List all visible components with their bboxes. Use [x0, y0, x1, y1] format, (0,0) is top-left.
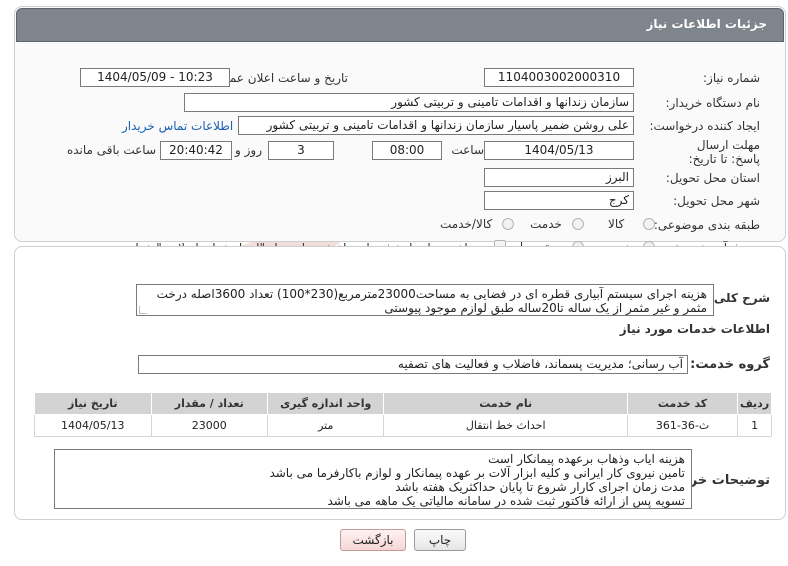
requester-label: ایجاد کننده درخواست: — [649, 119, 760, 133]
city-label: شهر محل تحویل: — [673, 194, 760, 208]
deadline-time-field: 08:00 — [372, 141, 442, 160]
col-qty: تعداد / مقدار — [150, 392, 268, 415]
service-group-label: گروه خدمت: — [690, 357, 770, 372]
deadline-time-label: ساعت — [451, 143, 484, 157]
print-button[interactable]: چاپ — [414, 529, 466, 551]
category-radio-goods[interactable] — [643, 218, 655, 230]
col-code: کد خدمت — [626, 392, 739, 415]
buyer-note-line-3: مدت زمان اجرای کارار شروع تا پایان حداکث… — [395, 480, 685, 494]
buyer-note-line-2: تامین نیروی کار ایرانی و کلیه ابزار آلات… — [269, 466, 685, 480]
buyer-note-line-4: تسویه پس از ارائه فاکتور ثبت شده در ساما… — [327, 494, 686, 508]
category-option-goods: کالا — [608, 217, 625, 231]
col-name: نام خدمت — [383, 392, 628, 415]
days-label: روز و — [235, 143, 262, 157]
cell-date: 1404/05/13 — [34, 414, 152, 437]
buyer-org-field: سازمان زندانها و اقدامات تامینی و تربیتی… — [184, 93, 634, 112]
cell-name: احداث خط انتقال — [383, 414, 628, 437]
col-row: ردیف — [737, 392, 772, 415]
need-number-label: شماره نیاز: — [703, 71, 760, 85]
category-radio-service[interactable] — [572, 218, 584, 230]
col-date: تاریخ نیاز — [34, 392, 152, 415]
summary-line-1: هزینه اجرای سیستم آبیاری قطره ای در فضای… — [156, 287, 707, 301]
table-header-row: ردیف کد خدمت نام خدمت واحد اندازه گیری ت… — [34, 392, 772, 415]
page-title: جزئیات اطلاعات نیاز — [646, 17, 767, 31]
requester-field: علی روشن ضمیر پاسیار سازمان زندانها و اق… — [238, 116, 634, 135]
cell-qty: 23000 — [150, 414, 268, 437]
col-unit: واحد اندازه گیری — [266, 392, 385, 415]
services-section-title: اطلاعات خدمات مورد نیاز — [619, 322, 770, 336]
need-number-field: 1104003002000310 — [484, 68, 634, 87]
announce-date-field: 1404/05/09 - 10:23 — [80, 68, 230, 87]
province-label: استان محل تحویل: — [665, 171, 760, 185]
city-field: کرج — [484, 191, 634, 210]
province-field: البرز — [484, 168, 634, 187]
category-label: طبقه بندی موضوعی: — [653, 218, 760, 232]
panel-header: جزئیات اطلاعات نیاز — [16, 8, 784, 42]
cell-unit: متر — [266, 414, 385, 437]
days-remaining-field: 3 — [268, 141, 334, 160]
category-option-goods-service: کالا/خدمت — [440, 217, 493, 231]
deadline-date-field: 1404/05/13 — [484, 141, 634, 160]
cell-code: ث-36-361 — [626, 414, 739, 437]
buyer-org-label: نام دستگاه خریدار: — [665, 96, 761, 110]
buyer-note-line-1: هزینه ایاب وذهاب برعهده پیمانکار است — [488, 452, 685, 466]
service-group-field: آب رسانی؛ مدیریت پسماند، فاضلاب و فعالیت… — [138, 355, 688, 374]
table-row: 1 ث-36-361 احداث خط انتقال متر 23000 140… — [34, 414, 772, 437]
deadline-label: مهلت ارسال پاسخ: تا تاریخ: — [688, 138, 760, 166]
remaining-time-label: ساعت باقی مانده — [66, 143, 156, 157]
services-table: ردیف کد خدمت نام خدمت واحد اندازه گیری ت… — [34, 392, 772, 437]
resize-grip-icon — [139, 306, 147, 314]
remaining-time-field: 20:40:42 — [160, 141, 232, 160]
back-button[interactable]: بازگشت — [340, 529, 406, 551]
buyer-notes-textarea[interactable]: هزینه ایاب وذهاب برعهده پیمانکار است تام… — [54, 449, 692, 509]
summary-line-2: مثمر و غیر مثمر از یک ساله تا20ساله طبق … — [384, 301, 707, 315]
contact-info-link[interactable]: اطلاعات تماس خریدار — [122, 119, 233, 133]
category-option-service: خدمت — [530, 217, 562, 231]
cell-row: 1 — [737, 414, 772, 437]
category-radio-goods-service[interactable] — [502, 218, 514, 230]
summary-textarea[interactable]: هزینه اجرای سیستم آبیاری قطره ای در فضای… — [136, 284, 714, 316]
